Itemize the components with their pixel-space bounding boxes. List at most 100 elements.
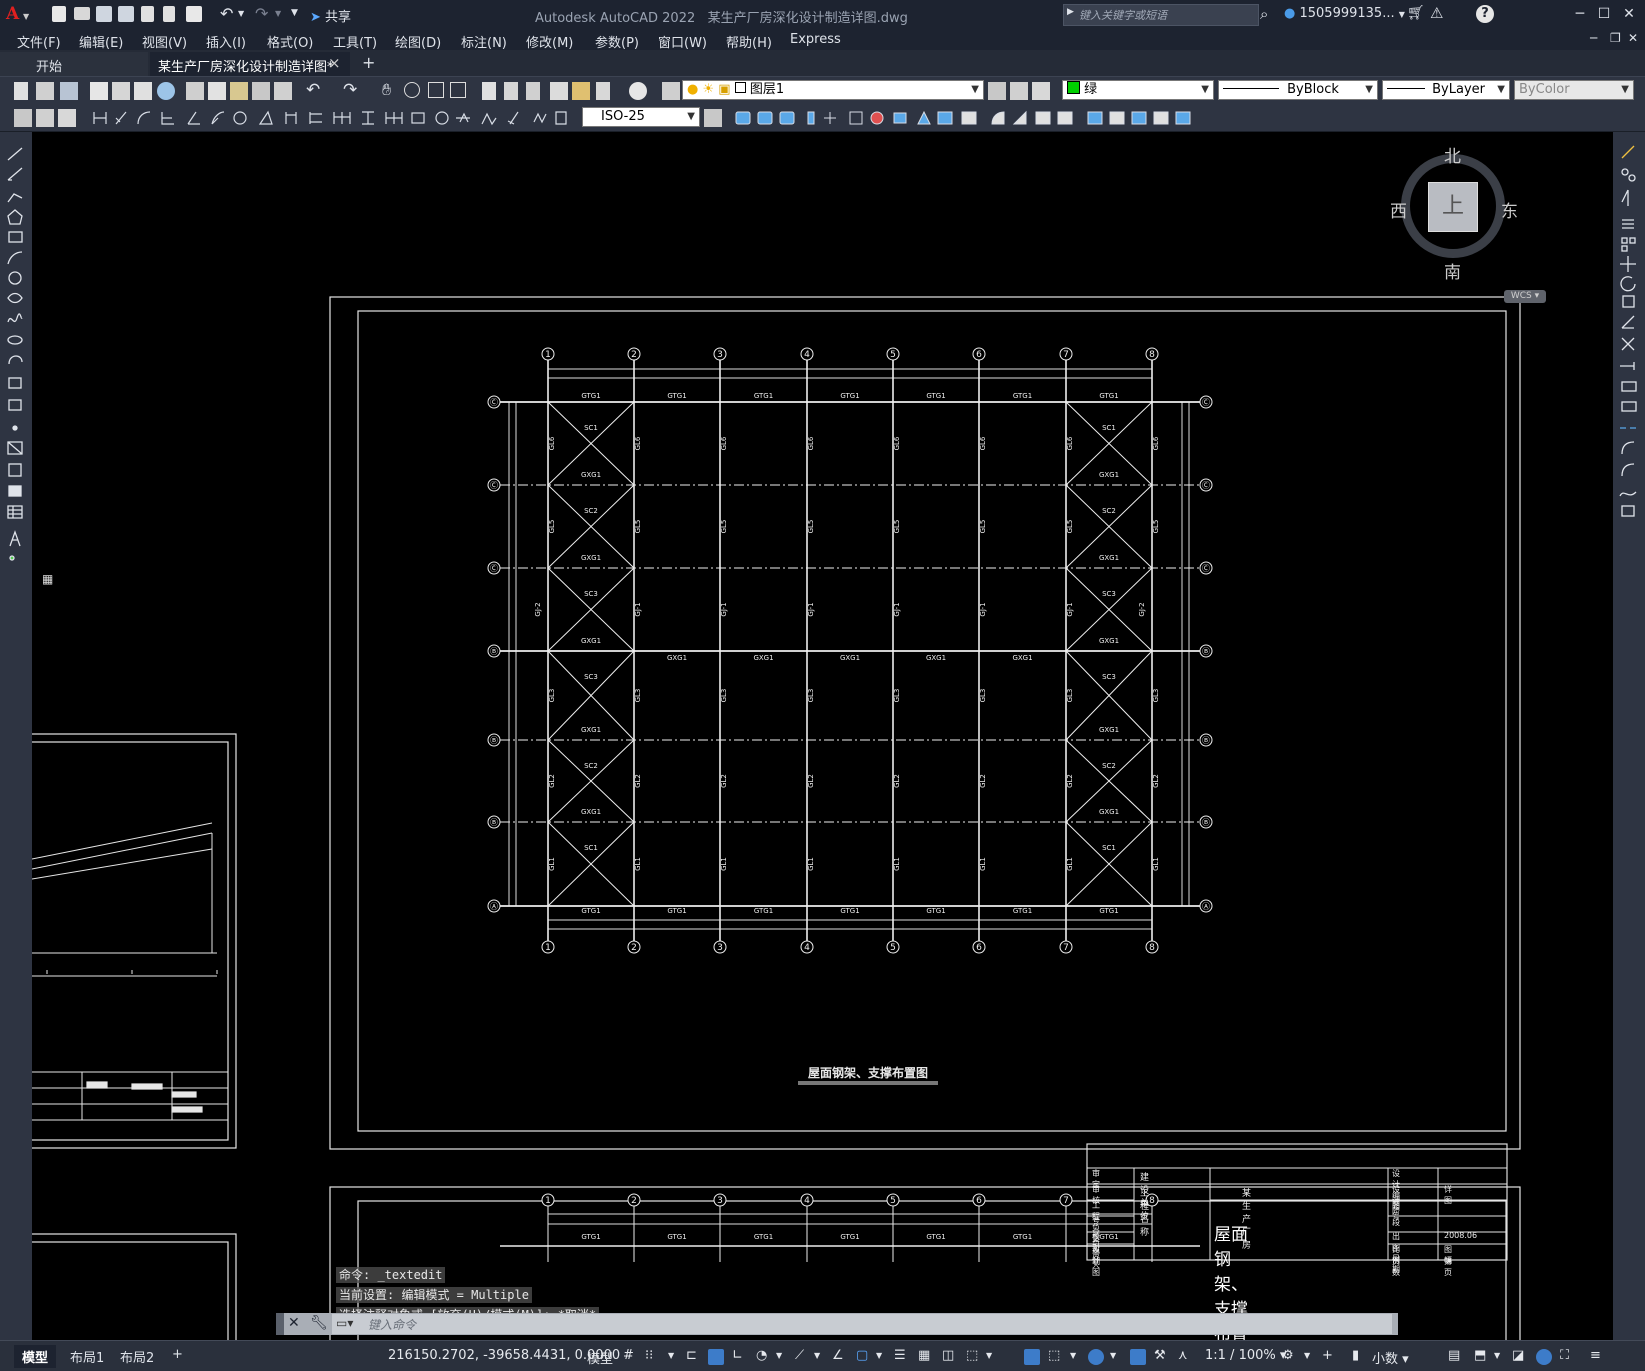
new-file-icon[interactable] <box>52 6 66 22</box>
menu-format[interactable]: 格式(O) <box>267 32 313 51</box>
annotation-add-icon[interactable]: + <box>1322 1348 1333 1363</box>
command-input[interactable]: ▭▾ 键入命令 <box>332 1314 1392 1334</box>
menu-insert[interactable]: 插入(I) <box>206 32 246 51</box>
open-folder-icon[interactable] <box>74 7 90 20</box>
undo-icon[interactable]: ↶ <box>220 4 233 23</box>
auto-scale-icon[interactable]: ⚒ <box>1154 1348 1166 1363</box>
match-properties-icon[interactable] <box>252 82 270 100</box>
coordinates-readout[interactable]: 216150.2702, -39658.4431, 0.0000 <box>388 1348 620 1363</box>
tool-palettes-icon[interactable] <box>526 82 540 100</box>
dimstyle-dropdown[interactable]: ISO-25 ▼ <box>582 107 700 127</box>
isodraft-icon[interactable]: ⟋ <box>795 1348 804 1363</box>
annotation-dropdown-icon[interactable]: ▼ <box>1110 1351 1116 1360</box>
object-snap-icon[interactable]: ▢ <box>856 1348 868 1363</box>
user-account-button[interactable]: ● 1505999135... ▼ <box>1284 6 1405 21</box>
block-editor-icon[interactable] <box>274 82 292 100</box>
menu-view[interactable]: 视图(V) <box>142 32 187 51</box>
customization-icon[interactable]: ≡ <box>1590 1348 1601 1363</box>
annotation-scale-icon[interactable]: ⋏ <box>1178 1348 1188 1363</box>
customize-qat-icon[interactable]: ▼ <box>291 8 298 18</box>
new-tab-button[interactable]: + <box>362 53 375 72</box>
menu-parametric[interactable]: 参数(P) <box>595 32 639 51</box>
web-publish-icon[interactable] <box>157 82 175 100</box>
undo-dropdown-icon[interactable]: ▼ <box>238 9 244 18</box>
quick-properties-icon[interactable]: ▤ <box>1448 1348 1460 1363</box>
transparency-icon[interactable]: ▦ <box>918 1348 930 1363</box>
snap-mode-icon[interactable]: ⁝⁝ <box>645 1348 653 1363</box>
layout-tab[interactable]: 布局2 <box>112 1345 162 1368</box>
drawing-canvas[interactable]: 1 1 2 2 3 3 4 4 5 5 6 6 7 7 8 8 Ⓒ Ⓒ Ⓒ Ⓒ Ⓒ Ⓒ Ⓑ Ⓑ Ⓑ Ⓑ Ⓑ Ⓑ Ⓐ Ⓐ SC1 SC1 SC2 G… <box>32 132 1613 1340</box>
menu-window[interactable]: 窗口(W) <box>658 32 707 51</box>
redo-icon[interactable]: ↷ <box>343 80 357 100</box>
search-box[interactable]: ▶ 键入关键字或短语 <box>1063 4 1259 26</box>
print-preview-icon[interactable] <box>112 82 130 100</box>
menu-dimension[interactable]: 标注(N) <box>461 32 507 51</box>
sheet-set-icon[interactable] <box>550 82 568 100</box>
dimension-style-icon[interactable] <box>704 109 722 127</box>
lock-ui-icon[interactable]: ⬒ <box>1474 1348 1486 1363</box>
make-current-layer-icon[interactable] <box>988 82 1006 100</box>
menu-tools[interactable]: 工具(T) <box>333 32 377 51</box>
layer-state-icon[interactable] <box>1032 82 1050 100</box>
close-window-button[interactable]: ✕ <box>1617 4 1641 24</box>
lock-ui-dropdown-icon[interactable]: ▼ <box>1494 1351 1500 1360</box>
dim-tools-strip-icon[interactable] <box>90 109 570 127</box>
viewcube[interactable]: 上 北 南 西 东 <box>1387 142 1525 283</box>
lineweight-icon[interactable]: ☰ <box>894 1348 906 1363</box>
design-center-icon[interactable] <box>504 82 518 100</box>
properties-icon[interactable] <box>482 82 496 100</box>
dim-arc-icon[interactable] <box>58 109 76 127</box>
print-icon[interactable] <box>90 82 108 100</box>
ortho-mode-icon[interactable]: ∟ <box>732 1348 743 1363</box>
doc-minimize-button[interactable]: ─ <box>1590 31 1597 45</box>
workspace-gear-icon[interactable]: ⚙ <box>1282 1348 1294 1363</box>
menu-express[interactable]: Express <box>790 32 841 47</box>
add-layout-button[interactable]: + <box>164 1345 191 1364</box>
annotation-scale-value[interactable]: 1:1 / 100% ▾ <box>1205 1348 1286 1363</box>
layer-previous-icon[interactable] <box>1010 82 1028 100</box>
dim-aligned-icon[interactable] <box>36 109 54 127</box>
model-space-button[interactable]: 模型 <box>587 1348 613 1367</box>
command-grip-icon[interactable] <box>276 1313 284 1335</box>
close-command-icon[interactable]: ✕ <box>288 1315 300 1331</box>
pan-icon[interactable]: ✋︎ <box>382 80 391 100</box>
osnap-dropdown-icon[interactable]: ▼ <box>876 1351 882 1360</box>
hardware-acceleration-icon[interactable] <box>1536 1349 1552 1365</box>
annotation-monitor-icon[interactable] <box>1088 1349 1104 1365</box>
color-dropdown[interactable]: 绿 ▼ <box>1062 80 1214 100</box>
clean-screen-icon[interactable]: ⛶ <box>1560 1348 1569 1363</box>
dynamic-input-icon[interactable] <box>708 1349 724 1365</box>
polar-tracking-icon[interactable]: ◔ <box>756 1348 767 1363</box>
customize-wrench-icon[interactable]: 🔧︎ <box>310 1315 328 1331</box>
dim-linear-icon[interactable] <box>14 109 32 127</box>
redo-dropdown-icon[interactable]: ▼ <box>275 9 281 18</box>
doc-close-button[interactable]: ✕ <box>1628 31 1638 45</box>
gizmo-dropdown-icon[interactable]: ▼ <box>1070 1351 1076 1360</box>
infer-constraints-icon[interactable]: ⊏ <box>686 1348 697 1363</box>
viewcube-top-face[interactable]: 上 <box>1428 182 1478 232</box>
snap-dropdown-icon[interactable]: ▼ <box>668 1351 674 1360</box>
menu-draw[interactable]: 绘图(D) <box>395 32 441 51</box>
layer-dropdown[interactable]: ● ☀ ▣ 图层1 ▼ <box>682 80 984 100</box>
3d-osnap-icon[interactable]: ⬚ <box>966 1348 978 1363</box>
menu-modify[interactable]: 修改(M) <box>526 32 573 51</box>
compass-east[interactable]: 东 <box>1501 197 1518 222</box>
help-icon[interactable]: ? <box>1476 5 1494 23</box>
copy-icon[interactable] <box>208 82 226 100</box>
annotation-visibility-icon[interactable] <box>1130 1349 1146 1365</box>
markup-icon[interactable] <box>572 82 590 100</box>
print-icon[interactable] <box>186 6 202 22</box>
tab-start[interactable]: 开始 <box>0 52 148 76</box>
zoom-previous-icon[interactable] <box>450 82 466 98</box>
lineweight-dropdown[interactable]: ByLayer ▼ <box>1382 80 1510 100</box>
redo-icon[interactable]: ↷ <box>255 4 268 23</box>
menu-file[interactable]: 文件(F) <box>17 32 61 51</box>
tab-active-drawing[interactable]: 某生产厂房深化设计制造详图* × <box>150 52 350 76</box>
zoom-realtime-icon[interactable] <box>404 82 420 98</box>
menu-edit[interactable]: 编辑(E) <box>79 32 123 51</box>
wcs-menu[interactable]: WCS ▾ <box>1504 290 1546 303</box>
selection-filter-icon[interactable]: ⬚ <box>1048 1348 1060 1363</box>
workspace-dropdown-icon[interactable]: ▼ <box>1304 1351 1310 1360</box>
compass-west[interactable]: 西 <box>1390 197 1407 222</box>
plotstyle-dropdown[interactable]: ByColor ▼ <box>1514 80 1634 100</box>
